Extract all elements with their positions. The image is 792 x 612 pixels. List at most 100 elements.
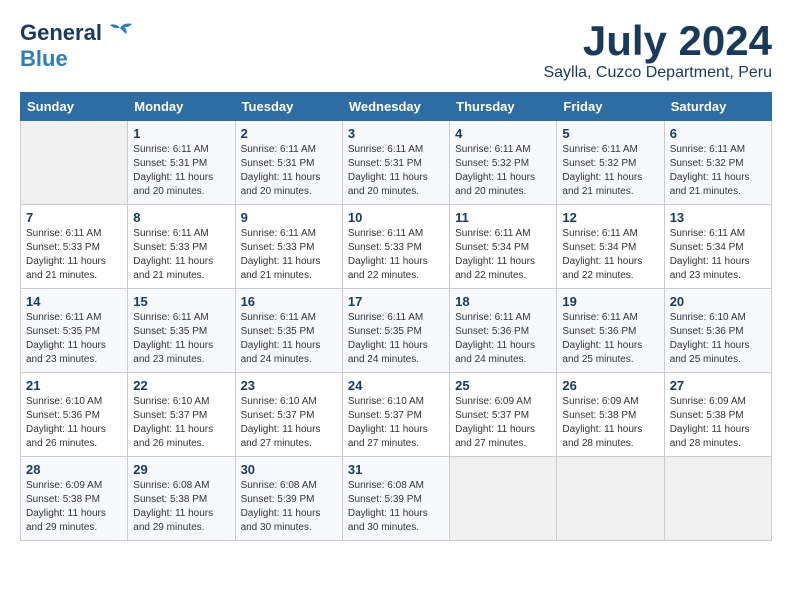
calendar-cell <box>557 457 664 541</box>
day-number: 28 <box>26 462 122 477</box>
day-detail: Sunrise: 6:11 AM Sunset: 5:35 PM Dayligh… <box>26 311 122 367</box>
day-number: 27 <box>670 378 766 393</box>
day-number: 20 <box>670 294 766 309</box>
logo-general-text: General <box>20 20 102 46</box>
day-detail: Sunrise: 6:09 AM Sunset: 5:38 PM Dayligh… <box>670 395 766 451</box>
day-number: 7 <box>26 210 122 225</box>
calendar-cell: 11Sunrise: 6:11 AM Sunset: 5:34 PM Dayli… <box>450 205 557 289</box>
calendar-cell: 8Sunrise: 6:11 AM Sunset: 5:33 PM Daylig… <box>128 205 235 289</box>
calendar-week-row: 1 Sunrise: 6:11 AM Sunset: 5:31 PM Daylig… <box>21 121 772 205</box>
calendar-cell: 24 Sunrise: 6:10 AM Sunset: 5:37 PM Dayli… <box>342 373 449 457</box>
day-detail: Sunrise: 6:10 AM Sunset: 5:37 PM Dayligh… <box>241 395 337 451</box>
day-detail: Sunrise: 6:11 AM Sunset: 5:31 PM Dayligh… <box>241 143 337 199</box>
calendar-cell <box>21 121 128 205</box>
day-detail: Sunrise: 6:10 AM Sunset: 5:37 PM Dayligh… <box>348 395 444 451</box>
weekday-header: Friday <box>557 93 664 121</box>
day-detail: Sunrise: 6:11 AM Sunset: 5:34 PM Dayligh… <box>670 227 766 283</box>
calendar-week-row: 7 Sunrise: 6:11 AM Sunset: 5:33 PM Daylig… <box>21 205 772 289</box>
day-detail: Sunrise: 6:11 AM Sunset: 5:33 PM Dayligh… <box>133 227 229 283</box>
weekday-header: Wednesday <box>342 93 449 121</box>
day-number: 22 <box>133 378 229 393</box>
day-number: 21 <box>26 378 122 393</box>
weekday-header: Tuesday <box>235 93 342 121</box>
day-detail: Sunrise: 6:11 AM Sunset: 5:35 PM Dayligh… <box>133 311 229 367</box>
day-number: 24 <box>348 378 444 393</box>
calendar-cell: 14 Sunrise: 6:11 AM Sunset: 5:35 PM Dayli… <box>21 289 128 373</box>
day-number: 17 <box>348 294 444 309</box>
day-detail: Sunrise: 6:08 AM Sunset: 5:39 PM Dayligh… <box>241 479 337 535</box>
calendar-cell <box>664 457 771 541</box>
calendar-cell: 7 Sunrise: 6:11 AM Sunset: 5:33 PM Daylig… <box>21 205 128 289</box>
day-detail: Sunrise: 6:10 AM Sunset: 5:36 PM Dayligh… <box>26 395 122 451</box>
calendar-cell: 6 Sunrise: 6:11 AM Sunset: 5:32 PM Daylig… <box>664 121 771 205</box>
calendar-cell: 28Sunrise: 6:09 AM Sunset: 5:38 PM Dayli… <box>21 457 128 541</box>
calendar-cell: 5Sunrise: 6:11 AM Sunset: 5:32 PM Daylig… <box>557 121 664 205</box>
calendar-table: SundayMondayTuesdayWednesdayThursdayFrid… <box>20 92 772 541</box>
day-detail: Sunrise: 6:10 AM Sunset: 5:37 PM Dayligh… <box>133 395 229 451</box>
day-number: 12 <box>562 210 658 225</box>
day-detail: Sunrise: 6:11 AM Sunset: 5:33 PM Dayligh… <box>241 227 337 283</box>
day-number: 3 <box>348 126 444 141</box>
weekday-header: Sunday <box>21 93 128 121</box>
day-detail: Sunrise: 6:08 AM Sunset: 5:39 PM Dayligh… <box>348 479 444 535</box>
day-number: 6 <box>670 126 766 141</box>
day-number: 25 <box>455 378 551 393</box>
day-number: 19 <box>562 294 658 309</box>
day-detail: Sunrise: 6:11 AM Sunset: 5:33 PM Dayligh… <box>26 227 122 283</box>
calendar-cell: 22 Sunrise: 6:10 AM Sunset: 5:37 PM Dayli… <box>128 373 235 457</box>
calendar-cell: 4 Sunrise: 6:11 AM Sunset: 5:32 PM Daylig… <box>450 121 557 205</box>
day-number: 30 <box>241 462 337 477</box>
calendar-cell: 25Sunrise: 6:09 AM Sunset: 5:37 PM Dayli… <box>450 373 557 457</box>
calendar-cell: 9 Sunrise: 6:11 AM Sunset: 5:33 PM Daylig… <box>235 205 342 289</box>
day-detail: Sunrise: 6:11 AM Sunset: 5:32 PM Dayligh… <box>670 143 766 199</box>
calendar-week-row: 21 Sunrise: 6:10 AM Sunset: 5:36 PM Dayli… <box>21 373 772 457</box>
calendar-cell: 26Sunrise: 6:09 AM Sunset: 5:38 PM Dayli… <box>557 373 664 457</box>
day-number: 9 <box>241 210 337 225</box>
day-number: 16 <box>241 294 337 309</box>
month-title: July 2024 <box>543 20 772 62</box>
calendar-week-row: 14 Sunrise: 6:11 AM Sunset: 5:35 PM Dayli… <box>21 289 772 373</box>
calendar-cell: 17 Sunrise: 6:11 AM Sunset: 5:35 PM Dayli… <box>342 289 449 373</box>
weekday-header: Saturday <box>664 93 771 121</box>
calendar-cell: 10Sunrise: 6:11 AM Sunset: 5:33 PM Dayli… <box>342 205 449 289</box>
day-detail: Sunrise: 6:11 AM Sunset: 5:32 PM Dayligh… <box>455 143 551 199</box>
weekday-header: Thursday <box>450 93 557 121</box>
day-number: 29 <box>133 462 229 477</box>
day-number: 1 <box>133 126 229 141</box>
day-detail: Sunrise: 6:11 AM Sunset: 5:35 PM Dayligh… <box>348 311 444 367</box>
day-number: 4 <box>455 126 551 141</box>
page-header: General Blue July 2024 Saylla, Cuzco Dep… <box>20 20 772 82</box>
day-number: 23 <box>241 378 337 393</box>
day-detail: Sunrise: 6:11 AM Sunset: 5:31 PM Dayligh… <box>133 143 229 199</box>
day-detail: Sunrise: 6:08 AM Sunset: 5:38 PM Dayligh… <box>133 479 229 535</box>
calendar-cell <box>450 457 557 541</box>
day-number: 15 <box>133 294 229 309</box>
day-detail: Sunrise: 6:11 AM Sunset: 5:36 PM Dayligh… <box>455 311 551 367</box>
header-row: SundayMondayTuesdayWednesdayThursdayFrid… <box>21 93 772 121</box>
day-number: 18 <box>455 294 551 309</box>
calendar-cell: 30 Sunrise: 6:08 AM Sunset: 5:39 PM Dayli… <box>235 457 342 541</box>
logo-blue-text: Blue <box>20 46 68 71</box>
weekday-header: Monday <box>128 93 235 121</box>
day-detail: Sunrise: 6:11 AM Sunset: 5:36 PM Dayligh… <box>562 311 658 367</box>
calendar-cell: 21 Sunrise: 6:10 AM Sunset: 5:36 PM Dayli… <box>21 373 128 457</box>
calendar-cell: 12 Sunrise: 6:11 AM Sunset: 5:34 PM Dayli… <box>557 205 664 289</box>
day-detail: Sunrise: 6:11 AM Sunset: 5:31 PM Dayligh… <box>348 143 444 199</box>
day-number: 26 <box>562 378 658 393</box>
day-detail: Sunrise: 6:11 AM Sunset: 5:34 PM Dayligh… <box>562 227 658 283</box>
day-detail: Sunrise: 6:11 AM Sunset: 5:33 PM Dayligh… <box>348 227 444 283</box>
subtitle: Saylla, Cuzco Department, Peru <box>543 64 772 82</box>
day-number: 14 <box>26 294 122 309</box>
title-area: July 2024 Saylla, Cuzco Department, Peru <box>543 20 772 82</box>
logo: General Blue <box>20 20 134 72</box>
calendar-cell: 19 Sunrise: 6:11 AM Sunset: 5:36 PM Dayli… <box>557 289 664 373</box>
calendar-cell: 29 Sunrise: 6:08 AM Sunset: 5:38 PM Dayli… <box>128 457 235 541</box>
calendar-cell: 15 Sunrise: 6:11 AM Sunset: 5:35 PM Dayli… <box>128 289 235 373</box>
logo-bird-icon <box>106 20 134 42</box>
day-number: 13 <box>670 210 766 225</box>
day-number: 31 <box>348 462 444 477</box>
calendar-week-row: 28Sunrise: 6:09 AM Sunset: 5:38 PM Dayli… <box>21 457 772 541</box>
calendar-cell: 18 Sunrise: 6:11 AM Sunset: 5:36 PM Dayli… <box>450 289 557 373</box>
day-number: 2 <box>241 126 337 141</box>
day-number: 5 <box>562 126 658 141</box>
